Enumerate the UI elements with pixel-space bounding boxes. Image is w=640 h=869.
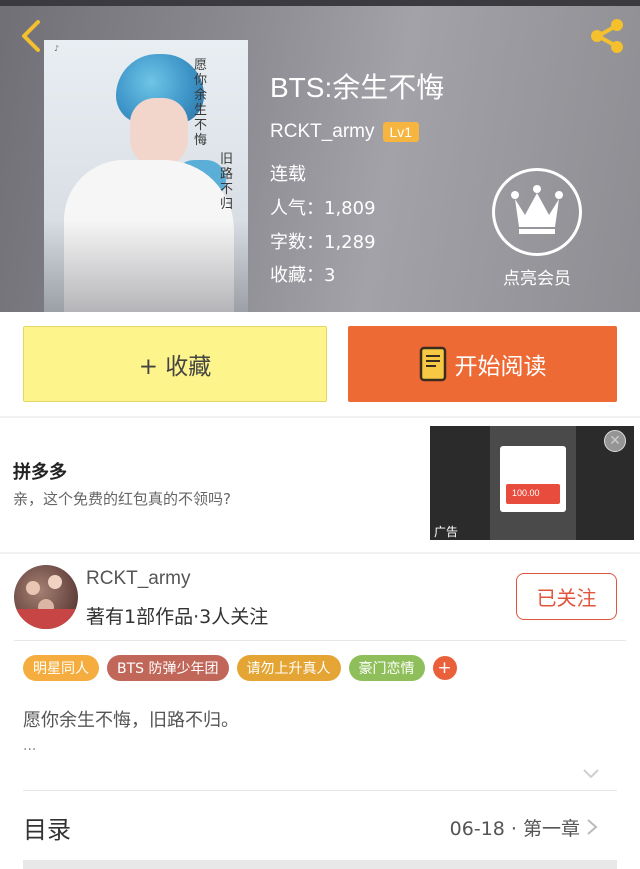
tag-item[interactable]: 豪门恋情 [348,655,425,681]
ad-image[interactable]: 100.00 ✕ 广告 [430,426,634,540]
author-line: RCKT_army Lv1 [270,118,420,146]
tag-item[interactable]: BTS 防弹少年团 [107,655,229,681]
tag-item[interactable]: 明星同人 [23,655,99,681]
word-count-stat: 字数：1,289 [270,232,376,253]
cover-calligraphy-text: 愿你余生不悔 [194,58,208,148]
author-section: RCKT_army 著有1部作品·3人关注 已关注 明星同人 BTS 防弹少年团… [0,554,640,869]
chevron-down-icon[interactable] [582,768,600,780]
ad-title: 拼多多 [13,462,67,483]
share-button[interactable] [586,16,628,56]
avatar-shape [48,575,62,589]
book-summary: 愿你余生不悔，旧路不归。 [23,710,239,731]
ad-label: 广告 [434,525,459,539]
cover-figure-face [130,98,188,168]
tag-list: 明星同人 BTS 防弹少年团 请勿上升真人 豪门恋情 + [23,655,457,681]
follow-button[interactable]: 已关注 [516,573,617,620]
share-icon [591,19,623,53]
book-cover-image[interactable]: ♪ 愿你余生不悔 旧路不归 [44,40,248,312]
crown-icon [511,185,563,234]
ad-banner[interactable]: 拼多多 亲，这个免费的红包真的不领吗? 100.00 ✕ 广告 [0,418,640,552]
cover-calligraphy-text-2: 旧路不归 [220,152,234,212]
avatar-shape [26,581,40,595]
table-of-contents-row[interactable]: 目录 06-18 · 第一章 [0,794,640,854]
chevron-right-icon [587,819,598,835]
divider [23,790,617,791]
divider [14,640,626,641]
author-profile-name[interactable]: RCKT_army [86,568,191,590]
ad-description: 亲，这个免费的红包真的不领吗? [13,490,231,508]
start-reading-button[interactable]: 开始阅读 [348,326,617,402]
bottom-strip [23,860,617,869]
cover-caption: ♪ [54,44,60,53]
vip-label[interactable]: 点亮会员 [486,264,588,289]
action-bar: + 收藏 开始阅读 [0,312,640,416]
toc-title: 目录 [23,816,71,844]
book-title: BTS:余生不悔 [270,72,445,103]
favorites-stat: 收藏：3 [270,265,336,286]
start-reading-label: 开始阅读 [454,354,547,380]
summary-ellipsis: ... [23,738,37,754]
popularity-stat: 人气：1,809 [270,198,376,219]
book-header: ♪ 愿你余生不悔 旧路不归 BTS:余生不悔 RCKT_army Lv1 连载 … [0,0,640,312]
level-badge: Lv1 [382,122,420,142]
collect-button[interactable]: + 收藏 [23,326,327,402]
cover-shade [44,220,248,312]
tag-item[interactable]: 请勿上升真人 [236,655,341,681]
serial-status: 连载 [270,164,306,185]
vip-crown-button[interactable] [492,168,582,256]
book-icon [419,346,446,382]
toc-latest-chapter: 06-18 · 第一章 [449,818,580,840]
author-name[interactable]: RCKT_army [270,121,375,143]
ad-image-amount: 100.00 [512,488,540,498]
avatar-shape [14,609,78,629]
ad-close-button[interactable]: ✕ [604,430,626,452]
add-tag-button[interactable]: + [432,656,457,680]
author-stats: 著有1部作品·3人关注 [86,606,269,628]
author-avatar[interactable] [14,565,78,629]
